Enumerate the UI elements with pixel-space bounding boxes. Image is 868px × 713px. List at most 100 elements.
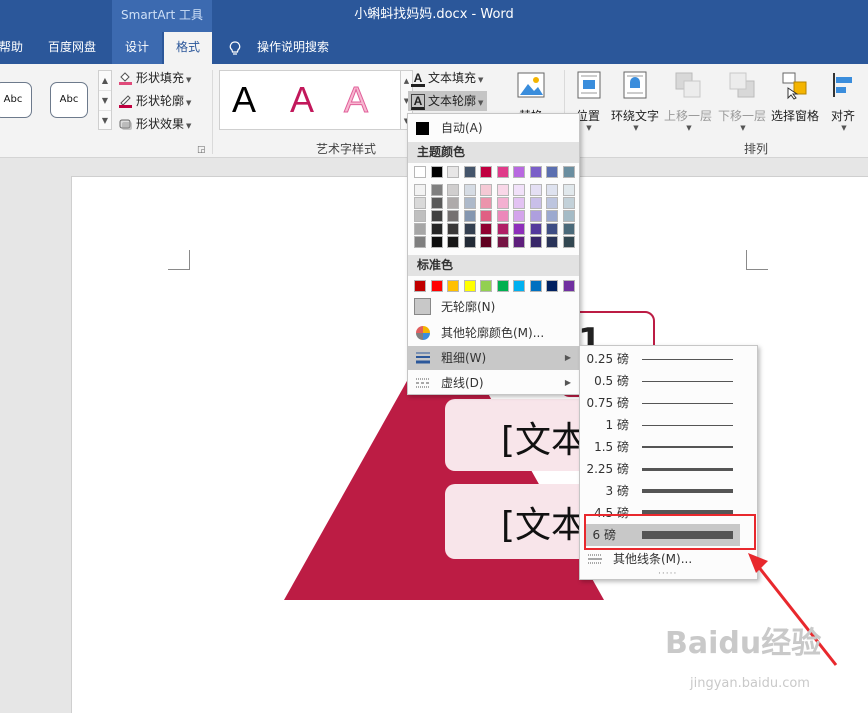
wordart-style-gallery[interactable]: A A A	[219, 70, 401, 130]
color-swatch[interactable]	[480, 166, 492, 178]
color-swatch[interactable]	[546, 223, 558, 235]
color-swatch[interactable]	[546, 236, 558, 248]
dialog-launcher-icon[interactable]: ◲	[197, 145, 206, 155]
color-swatch[interactable]	[513, 236, 525, 248]
color-swatch[interactable]	[513, 166, 525, 178]
gallery-down-icon[interactable]: ▼	[99, 91, 111, 111]
color-swatch[interactable]	[414, 236, 426, 248]
color-swatch[interactable]	[414, 197, 426, 209]
color-swatch[interactable]	[414, 210, 426, 222]
color-swatch[interactable]	[430, 210, 443, 222]
color-swatch[interactable]	[529, 236, 542, 248]
standard-color-swatch[interactable]	[546, 280, 558, 292]
color-swatch[interactable]	[463, 236, 476, 248]
shape-style-gallery-scroll[interactable]: ▲ ▼ ▼	[98, 70, 112, 130]
pyramid-level-2-box[interactable]: [文本	[445, 399, 595, 471]
wrap-text-button[interactable]: 环绕文字 ▼	[610, 70, 660, 132]
tab-help[interactable]: 帮助	[0, 32, 26, 64]
color-swatch[interactable]	[430, 236, 443, 248]
standard-color-swatch[interactable]	[430, 280, 443, 292]
color-swatch[interactable]	[546, 210, 558, 222]
color-swatch[interactable]	[447, 236, 459, 248]
color-swatch[interactable]	[496, 184, 509, 196]
wordart-style-pink-outline[interactable]: A	[343, 75, 368, 125]
color-swatch[interactable]	[562, 184, 575, 196]
weight-option[interactable]: 2.25 磅	[580, 458, 757, 480]
weight-option[interactable]: 0.5 磅	[580, 370, 757, 392]
color-swatch[interactable]	[513, 184, 525, 196]
color-swatch[interactable]	[513, 197, 525, 209]
standard-color-swatch[interactable]	[529, 280, 542, 292]
shape-style-abc-1[interactable]: Abc	[0, 82, 32, 118]
color-swatch[interactable]	[496, 210, 509, 222]
color-swatch[interactable]	[447, 166, 459, 178]
color-swatch[interactable]	[529, 210, 542, 222]
menu-dashes[interactable]: 虚线(D) ▶	[408, 371, 579, 395]
standard-color-swatch[interactable]	[496, 280, 509, 292]
color-swatch[interactable]	[447, 197, 459, 209]
pyramid-level-2-text[interactable]: [文本	[501, 411, 587, 463]
color-swatch[interactable]	[529, 223, 542, 235]
color-swatch[interactable]	[430, 197, 443, 209]
color-swatch[interactable]	[414, 184, 426, 196]
standard-color-swatch[interactable]	[447, 280, 459, 292]
standard-color-swatch[interactable]	[414, 280, 426, 292]
weight-option[interactable]: 1 磅	[580, 414, 757, 436]
menu-no-outline[interactable]: 无轮廓(N)	[408, 295, 579, 319]
color-swatch[interactable]	[480, 184, 492, 196]
color-swatch[interactable]	[430, 184, 443, 196]
gallery-more-icon[interactable]: ▼	[99, 111, 111, 131]
color-swatch[interactable]	[463, 210, 476, 222]
color-swatch[interactable]	[562, 197, 575, 209]
pyramid-level-3-text[interactable]: [文本	[501, 496, 587, 548]
color-swatch[interactable]	[463, 223, 476, 235]
tab-design[interactable]: 设计	[112, 32, 162, 64]
standard-color-swatch[interactable]	[513, 280, 525, 292]
color-swatch[interactable]	[546, 197, 558, 209]
wordart-style-red[interactable]: A	[290, 75, 314, 125]
menu-more-outline-colors[interactable]: 其他轮廓颜色(M)...	[408, 321, 579, 345]
color-swatch[interactable]	[463, 166, 476, 178]
selection-pane-button[interactable]: 选择窗格	[769, 70, 821, 124]
weight-option[interactable]: 0.75 磅	[580, 392, 757, 414]
standard-color-swatch[interactable]	[480, 280, 492, 292]
weight-option[interactable]: 1.5 磅	[580, 436, 757, 458]
menu-resize-grip[interactable]: ·····	[658, 569, 677, 579]
color-swatch[interactable]	[562, 236, 575, 248]
color-swatch[interactable]	[447, 184, 459, 196]
align-button[interactable]: 对齐 ▼	[826, 70, 860, 132]
color-swatch[interactable]	[480, 236, 492, 248]
weight-option[interactable]: 0.25 磅	[580, 348, 757, 370]
color-swatch[interactable]	[546, 184, 558, 196]
color-swatch[interactable]	[496, 223, 509, 235]
send-backward-button[interactable]: 下移一层 ▼	[716, 70, 768, 132]
shape-fill-button[interactable]: 形状填充 ▼	[118, 68, 191, 88]
color-swatch[interactable]	[562, 166, 575, 178]
color-swatch[interactable]	[529, 166, 542, 178]
color-swatch[interactable]	[430, 223, 443, 235]
shape-effects-button[interactable]: 形状效果 ▼	[118, 114, 191, 134]
color-swatch[interactable]	[480, 197, 492, 209]
color-swatch[interactable]	[496, 166, 509, 178]
text-outline-button[interactable]: A 文本轮廓 ▼	[408, 91, 488, 111]
pyramid-level-3-box[interactable]: [文本	[445, 484, 595, 559]
color-swatch[interactable]	[546, 166, 558, 178]
standard-color-swatch[interactable]	[463, 280, 476, 292]
color-swatch[interactable]	[513, 223, 525, 235]
menu-more-lines[interactable]: 其他线条(M)...	[580, 547, 757, 571]
color-swatch[interactable]	[463, 197, 476, 209]
tab-format[interactable]: 格式	[164, 32, 212, 64]
color-swatch[interactable]	[496, 236, 509, 248]
bring-forward-button[interactable]: 上移一层 ▼	[662, 70, 714, 132]
color-swatch[interactable]	[430, 166, 443, 178]
color-swatch[interactable]	[414, 166, 426, 178]
color-swatch[interactable]	[513, 210, 525, 222]
menu-automatic[interactable]: 自动(A)	[408, 116, 579, 140]
tab-baidu-netdisk[interactable]: 百度网盘	[36, 32, 108, 64]
wordart-style-black[interactable]: A	[232, 75, 256, 125]
shape-style-abc-2[interactable]: Abc	[50, 82, 88, 118]
color-swatch[interactable]	[463, 184, 476, 196]
standard-color-swatch[interactable]	[562, 280, 575, 292]
color-swatch[interactable]	[529, 184, 542, 196]
gallery-up-icon[interactable]: ▲	[99, 71, 111, 91]
